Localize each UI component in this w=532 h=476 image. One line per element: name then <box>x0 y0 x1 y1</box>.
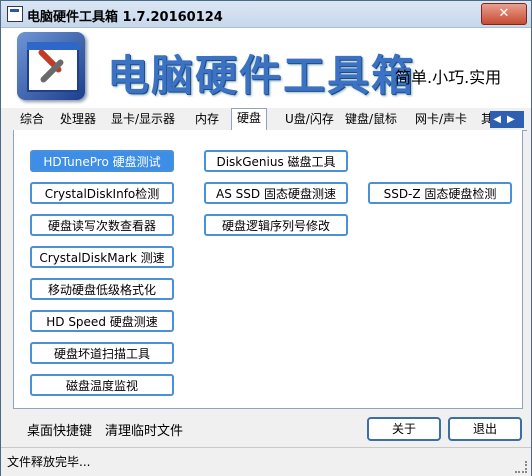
tool-button-hdtunepro[interactable]: HDTunePro 硬盘测试 <box>30 150 174 172</box>
tab-graphics-display[interactable]: 显卡/显示器 <box>106 110 180 128</box>
status-bar: 文件释放完毕... <box>1 447 531 476</box>
close-button[interactable]: ✕ <box>481 3 527 25</box>
tab-network-sound[interactable]: 网卡/声卡 <box>410 110 472 128</box>
tool-button-hd-speed[interactable]: HD Speed 硬盘测速 <box>30 310 174 332</box>
tool-button-crystaldiskmark[interactable]: CrystalDiskMark 测速 <box>30 246 174 268</box>
tool-button-diskgenius[interactable]: DiskGenius 磁盘工具 <box>204 150 348 172</box>
app-window: 电脑硬件工具箱 1.7.20160124 ✕ 电脑硬件工具箱 简单.小巧.实用 … <box>0 0 532 476</box>
scroll-right-icon[interactable]: ▶ <box>507 114 521 125</box>
tools-panel: HDTunePro 硬盘测试 CrystalDiskInfo检测 硬盘读写次数查… <box>13 130 523 409</box>
tool-button-disk-temperature[interactable]: 磁盘温度监视 <box>30 374 174 396</box>
tool-button-crystaldiskinfo[interactable]: CrystalDiskInfo检测 <box>30 182 174 204</box>
resize-grip-icon[interactable] <box>515 461 527 473</box>
tool-button-serial-modify[interactable]: 硬盘逻辑序列号修改 <box>204 214 348 236</box>
app-name: 电脑硬件工具箱 <box>107 51 416 100</box>
tool-button-bad-sector-scan[interactable]: 硬盘坏道扫描工具 <box>30 342 174 364</box>
clean-temp-link[interactable]: 清理临时文件 <box>105 420 183 439</box>
tab-keyboard-mouse[interactable]: 键盘/鼠标 <box>340 110 402 128</box>
tab-cpu[interactable]: 处理器 <box>55 110 101 128</box>
banner: 电脑硬件工具箱 简单.小巧.实用 <box>1 28 531 108</box>
tool-button-ssd-z[interactable]: SSD-Z 固态硬盘检测 <box>368 182 512 204</box>
toolbox-logo-icon <box>17 32 85 100</box>
tool-button-as-ssd[interactable]: AS SSD 固态硬盘测速 <box>204 182 348 204</box>
app-window-icon <box>7 6 23 22</box>
tool-button-disk-rw-count[interactable]: 硬盘读写次数查看器 <box>30 214 174 236</box>
title-bar: 电脑硬件工具箱 1.7.20160124 ✕ <box>1 1 531 28</box>
status-text: 文件释放完毕... <box>7 455 91 469</box>
tab-scroll-arrows[interactable]: ◀▶ <box>490 111 524 128</box>
about-button[interactable]: 关于 <box>367 417 441 441</box>
tab-memory[interactable]: 内存 <box>190 110 224 128</box>
tab-general[interactable]: 综合 <box>15 110 49 128</box>
tool-button-lowlevel-format[interactable]: 移动硬盘低级格式化 <box>30 278 174 300</box>
tab-usb-flash[interactable]: U盘/闪存 <box>280 110 339 128</box>
tab-bar: 综合 处理器 显卡/显示器 内存 硬盘 U盘/闪存 键盘/鼠标 网卡/声卡 其 … <box>13 108 527 131</box>
scroll-left-icon[interactable]: ◀ <box>493 114 507 125</box>
desktop-shortcut-link[interactable]: 桌面快捷键 <box>27 420 92 439</box>
window-title: 电脑硬件工具箱 1.7.20160124 <box>27 10 223 25</box>
tab-hard-disk[interactable]: 硬盘 <box>231 108 268 131</box>
exit-button[interactable]: 退出 <box>448 417 522 441</box>
slogan: 简单.小巧.实用 <box>395 68 502 87</box>
